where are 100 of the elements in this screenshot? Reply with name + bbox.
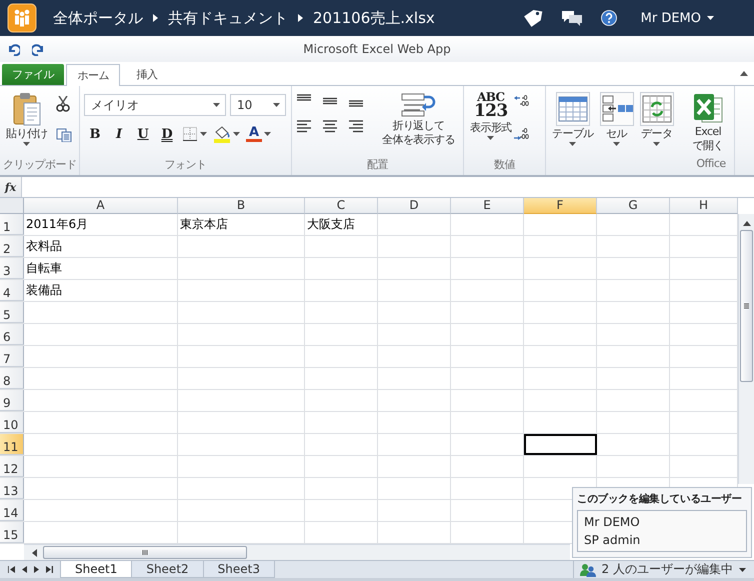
tag-icon[interactable] bbox=[522, 8, 543, 28]
decrease-decimal-icon[interactable] bbox=[514, 127, 529, 140]
editing-users-button[interactable]: 2 人のユーザーが編集中 bbox=[572, 561, 754, 578]
row-header[interactable]: 3 bbox=[0, 258, 24, 279]
number-format-button[interactable]: ABC 123 表示形式 bbox=[468, 90, 514, 157]
fill-color-button[interactable] bbox=[211, 124, 242, 144]
row-header[interactable]: 14 bbox=[0, 500, 24, 521]
row-header[interactable]: 12 bbox=[0, 456, 24, 477]
caret-icon bbox=[487, 136, 494, 140]
column-header[interactable]: G bbox=[597, 198, 670, 214]
group-label: 配置 bbox=[366, 157, 389, 173]
double-button[interactable]: D bbox=[156, 124, 178, 144]
logo-icon bbox=[7, 3, 37, 33]
chat-icon[interactable] bbox=[560, 9, 583, 27]
column-header[interactable]: F bbox=[524, 198, 597, 214]
row-header[interactable]: 1 bbox=[0, 214, 24, 235]
row-header[interactable]: 10 bbox=[0, 412, 24, 433]
insert-function-button[interactable]: fx bbox=[0, 177, 22, 197]
wrap-text-icon bbox=[400, 92, 436, 118]
italic-button[interactable]: I bbox=[108, 124, 130, 144]
next-sheet-icon[interactable] bbox=[34, 566, 39, 573]
column-header[interactable]: C bbox=[305, 198, 378, 214]
undo-icon[interactable] bbox=[6, 42, 20, 56]
cut-icon[interactable] bbox=[56, 96, 70, 112]
open-in-excel-button[interactable]: Excel で開く bbox=[692, 90, 724, 157]
table-cell-text: 東京本店 bbox=[179, 216, 229, 233]
column-header[interactable]: D bbox=[378, 198, 451, 214]
grip-icon bbox=[744, 303, 749, 309]
ribbon-button[interactable]: セル bbox=[598, 90, 636, 157]
borders-button[interactable] bbox=[180, 124, 209, 144]
breadcrumb-link[interactable]: 201106売上.xlsx bbox=[313, 8, 435, 28]
column-header[interactable]: E bbox=[451, 198, 524, 214]
column-header[interactable]: B bbox=[178, 198, 305, 214]
sheet-tab[interactable]: Sheet2 bbox=[131, 561, 204, 578]
collapse-icon[interactable] bbox=[740, 71, 748, 76]
row-header[interactable]: 13 bbox=[0, 478, 24, 499]
scroll-thumb[interactable] bbox=[740, 230, 753, 382]
caret-icon bbox=[613, 142, 620, 146]
breadcrumb-link[interactable]: 共有ドキュメント bbox=[168, 8, 288, 28]
caret-icon bbox=[200, 132, 207, 136]
caret-icon bbox=[213, 103, 220, 107]
format-icon-text: 123 bbox=[474, 103, 508, 120]
table-cell-text: 2011年6月 bbox=[25, 216, 90, 233]
row-header[interactable]: 7 bbox=[0, 346, 24, 367]
user-menu[interactable]: Mr DEMO bbox=[640, 10, 714, 26]
clipboard-icon bbox=[12, 92, 42, 126]
group-label: フォント bbox=[164, 157, 208, 173]
last-sheet-icon[interactable] bbox=[46, 566, 53, 573]
paint-bucket-icon bbox=[213, 125, 231, 143]
align-center-icon[interactable] bbox=[322, 120, 338, 134]
paste-button[interactable]: 貼り付け bbox=[4, 90, 50, 157]
caret-icon bbox=[653, 142, 660, 146]
column-header[interactable]: A bbox=[24, 198, 178, 214]
user-name: SP admin bbox=[584, 532, 642, 549]
font-name-dropdown[interactable]: メイリオ bbox=[84, 94, 226, 116]
row-header[interactable]: 5 bbox=[0, 302, 24, 323]
file-menu-button[interactable]: ファイル bbox=[2, 64, 64, 85]
ribbon-tab[interactable]: 挿入 bbox=[122, 64, 172, 85]
vertical-scrollbar[interactable] bbox=[738, 214, 754, 484]
breadcrumb-link[interactable]: 全体ポータル bbox=[53, 8, 143, 28]
ribbon-tab[interactable]: ホーム bbox=[66, 64, 120, 86]
caret-icon bbox=[264, 132, 271, 136]
row-header[interactable]: 2 bbox=[0, 236, 24, 257]
help-icon[interactable] bbox=[600, 10, 617, 26]
sheet-tab[interactable]: Sheet3 bbox=[202, 561, 275, 578]
copy-icon[interactable] bbox=[56, 128, 72, 142]
redo-icon[interactable] bbox=[32, 42, 46, 56]
grip-icon bbox=[142, 550, 148, 555]
row-header[interactable]: 6 bbox=[0, 324, 24, 345]
table-cell-text: 自転車 bbox=[25, 260, 63, 277]
row-header[interactable]: 15 bbox=[0, 522, 24, 543]
triangle-icon bbox=[298, 14, 303, 22]
font-size-dropdown[interactable]: 10 bbox=[230, 94, 286, 116]
previous-sheet-icon[interactable] bbox=[22, 566, 27, 573]
excel-icon bbox=[692, 92, 724, 124]
caret-icon bbox=[23, 142, 30, 146]
ribbon-button[interactable]: データ bbox=[638, 90, 676, 157]
scroll-thumb[interactable] bbox=[43, 546, 247, 559]
ribbon-button[interactable]: テーブル bbox=[550, 90, 596, 157]
row-header[interactable]: 9 bbox=[0, 390, 24, 411]
row-header[interactable]: 11 bbox=[0, 434, 24, 455]
align-right-icon[interactable] bbox=[348, 120, 364, 134]
row-header[interactable]: 4 bbox=[0, 280, 24, 301]
font-color-button[interactable]: A bbox=[244, 124, 273, 144]
sheet-tab[interactable]: Sheet1 bbox=[60, 561, 132, 578]
active-cell[interactable] bbox=[524, 434, 597, 455]
align-left-icon[interactable] bbox=[296, 120, 312, 134]
first-sheet-icon[interactable] bbox=[8, 566, 15, 573]
scroll-up-icon[interactable] bbox=[742, 220, 750, 226]
horizontal-scrollbar[interactable] bbox=[24, 544, 570, 560]
scroll-left-icon[interactable] bbox=[30, 548, 40, 556]
increase-decimal-icon[interactable] bbox=[514, 94, 529, 107]
triangle-icon bbox=[153, 14, 158, 22]
bold-button[interactable]: B bbox=[84, 124, 106, 144]
caret-icon bbox=[273, 103, 280, 107]
row-header[interactable]: 8 bbox=[0, 368, 24, 389]
wrap-text-button[interactable]: 折り返して 全体を表示する bbox=[380, 90, 457, 157]
underline-button[interactable]: U bbox=[132, 124, 154, 144]
caret-icon bbox=[233, 132, 240, 136]
column-header[interactable]: H bbox=[670, 198, 738, 214]
